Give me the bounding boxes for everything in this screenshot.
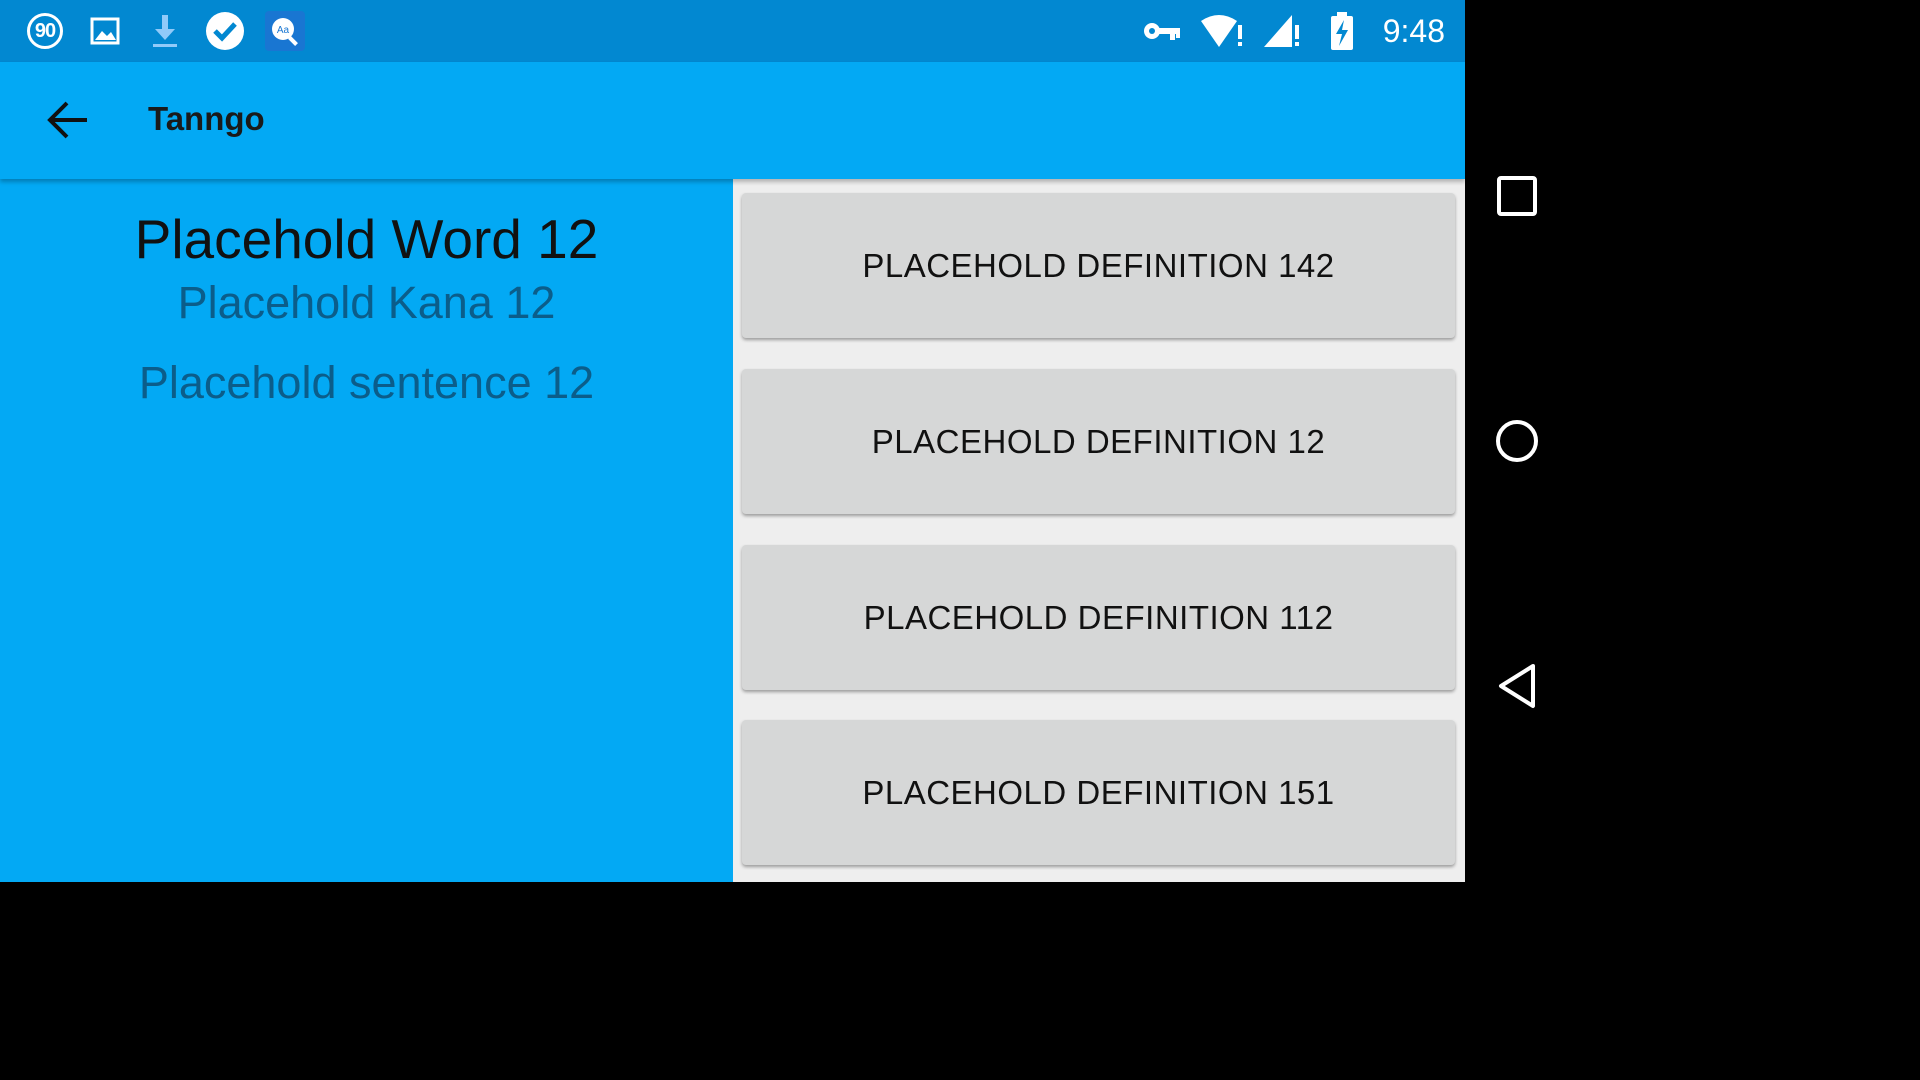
nav-back-button[interactable]	[1491, 660, 1543, 712]
dictionary-search-icon: Aa	[262, 8, 308, 54]
kana-text: Placehold Kana 12	[177, 277, 556, 328]
notification-icons: 90 Aa	[22, 8, 308, 54]
app-bar: Tanngo	[0, 62, 1465, 179]
system-icons: 9:48	[1139, 8, 1445, 54]
definition-option-4[interactable]: PLACEHOLD DEFINITION 151	[742, 720, 1455, 865]
navigation-bar	[1465, 0, 1568, 882]
definition-option-2[interactable]: PLACEHOLD DEFINITION 12	[742, 369, 1455, 514]
vpn-key-icon	[1139, 8, 1185, 54]
badge-90-icon: 90	[22, 8, 68, 54]
arrow-back-icon	[47, 101, 87, 139]
check-circle-icon	[202, 8, 248, 54]
recents-square-icon	[1497, 176, 1537, 216]
status-clock: 9:48	[1382, 12, 1445, 49]
image-icon	[82, 8, 128, 54]
back-triangle-icon	[1499, 664, 1535, 708]
status-bar: 90 Aa 9:48	[0, 0, 1465, 62]
definition-option-1[interactable]: PLACEHOLD DEFINITION 142	[742, 193, 1455, 338]
badge-90-label: 90	[27, 13, 63, 49]
download-icon	[142, 8, 188, 54]
home-circle-icon	[1496, 420, 1538, 462]
app-screen: 90 Aa 9:48 Tanngo Placehold Word 12 Plac…	[0, 0, 1465, 882]
battery-charging-icon	[1319, 8, 1365, 54]
sentence-text: Placehold sentence 12	[138, 357, 595, 408]
recents-button[interactable]	[1491, 170, 1543, 222]
definition-options: PLACEHOLD DEFINITION 142 PLACEHOLD DEFIN…	[733, 179, 1465, 882]
back-button[interactable]	[38, 90, 98, 150]
wifi-alert-icon	[1199, 8, 1245, 54]
app-title: Tanngo	[148, 100, 265, 137]
word-text: Placehold Word 12	[134, 208, 599, 270]
signal-alert-icon	[1259, 8, 1305, 54]
definition-option-3[interactable]: PLACEHOLD DEFINITION 112	[742, 545, 1455, 690]
svg-text:Aa: Aa	[277, 25, 290, 36]
word-panel: Placehold Word 12 Placehold Kana 12 Plac…	[0, 179, 733, 882]
home-button[interactable]	[1491, 415, 1543, 467]
